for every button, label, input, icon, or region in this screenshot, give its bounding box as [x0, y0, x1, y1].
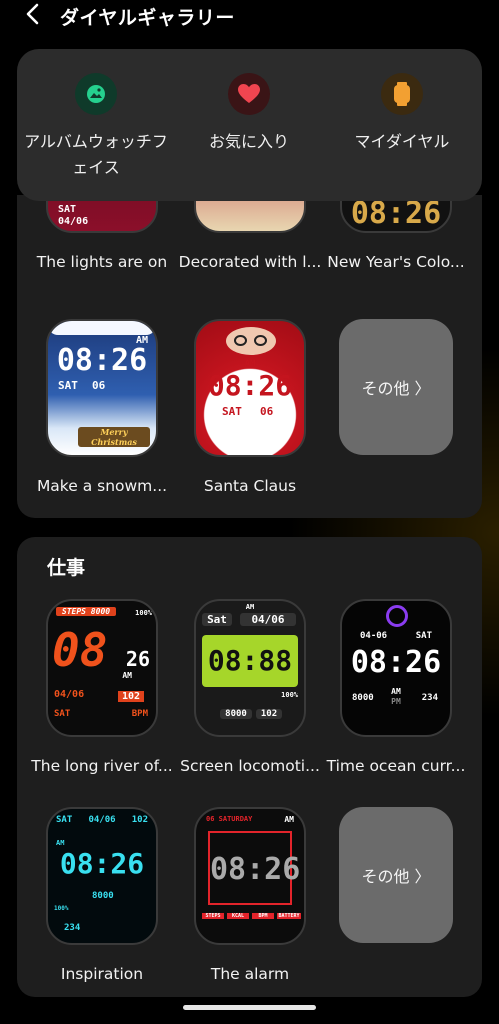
dial-card[interactable]: Decorated with l...	[177, 195, 323, 271]
page-title: ダイヤルギャラリー	[60, 7, 235, 29]
back-arrow-icon[interactable]	[22, 2, 46, 26]
dial-card[interactable]: 06 SATURDAY AM 08:26 STEPS KCAL BPM BATT…	[177, 807, 323, 983]
dial-card[interactable]: AM Sat 04/06 08:88 100% 8000 102 Screen …	[177, 599, 323, 775]
dial-card[interactable]: STEPS 8000 100% 08 26 AM 04/06 102 SAT B…	[29, 599, 175, 775]
dial-card[interactable]: AM 08:26 SAT 06 Merry Christmas Make a s…	[29, 319, 175, 495]
home-indicator[interactable]	[183, 1005, 316, 1010]
dial-card[interactable]: 04-06 SAT 08:26 AM PM 8000 234 Time ocea…	[323, 599, 469, 775]
dial-face-preview: AM Sat 04/06 08:88 100% 8000 102	[194, 599, 306, 737]
dial-card[interactable]: AM 08:26 SAT 06 Santa Claus	[177, 319, 323, 495]
dial-face-preview: 06 SATURDAY AM 08:26 STEPS KCAL BPM BATT…	[194, 807, 306, 945]
header: ダイヤルギャラリー	[0, 0, 499, 30]
dial-face-preview: 04-06 SAT 08:26 AM PM 8000 234	[340, 599, 452, 737]
watch-icon	[381, 73, 423, 115]
heart-icon	[228, 73, 270, 115]
dial-name: Time ocean curr...	[326, 757, 466, 775]
dial-face-preview: AM 08:26 SAT 06 Merry Christmas	[46, 319, 158, 457]
category-album-face[interactable]: アルバムウォッチフェイス	[21, 73, 171, 181]
section-title: 仕事	[47, 557, 86, 579]
category-label: マイダイヤル	[354, 132, 450, 151]
dial-name: Make a snowm...	[36, 477, 168, 495]
category-card: アルバムウォッチフェイス お気に入り マイダイヤル	[17, 49, 482, 201]
dial-face-preview: STEPS 8000 100% 08 26 AM 04/06 102 SAT B…	[46, 599, 158, 737]
dial-name: The lights are on	[36, 253, 168, 271]
more-dials-button[interactable]: その他 〉	[323, 807, 469, 943]
dial-section-work: 仕事 STEPS 8000 100% 08 26 AM 04/06 102 SA…	[17, 537, 482, 997]
category-label: お気に入り	[208, 132, 289, 151]
more-dials-button[interactable]: その他 〉	[323, 319, 469, 455]
gallery-scroll-area[interactable]: SAT 04/06 The lights are on Decorated wi…	[0, 195, 499, 1024]
dial-name: New Year's Colo...	[327, 253, 465, 271]
dial-face-preview: AM 08:26 SAT 06	[194, 319, 306, 457]
dial-name: The long river of...	[31, 757, 173, 775]
dial-gallery-screen: ダイヤルギャラリー SAT 04/06 The lights are on De…	[0, 0, 499, 1024]
category-my-dials[interactable]: マイダイヤル	[327, 73, 477, 155]
more-button-label: その他 〉	[339, 319, 453, 455]
dial-name: Decorated with l...	[178, 253, 322, 271]
category-favorites[interactable]: お気に入り	[174, 73, 324, 155]
dial-card[interactable]: SAT 04/06 102 AM 08:26 8000 100% 234 Ins…	[29, 807, 175, 983]
dial-name: Santa Claus	[203, 477, 297, 495]
dial-name: The alarm	[210, 965, 290, 983]
dial-card[interactable]: 08:26 New Year's Colo...	[323, 195, 469, 271]
dial-name: Screen locomoti...	[180, 757, 320, 775]
dial-card[interactable]: SAT 04/06 The lights are on	[29, 195, 175, 271]
dial-name: Inspiration	[60, 965, 144, 983]
dial-face-preview: SAT 04/06 102 AM 08:26 8000 100% 234	[46, 807, 158, 945]
more-button-label: その他 〉	[339, 807, 453, 943]
album-face-icon	[75, 73, 117, 115]
dial-section-holiday: SAT 04/06 The lights are on Decorated wi…	[17, 195, 482, 518]
category-label: アルバムウォッチフェイス	[24, 132, 168, 177]
